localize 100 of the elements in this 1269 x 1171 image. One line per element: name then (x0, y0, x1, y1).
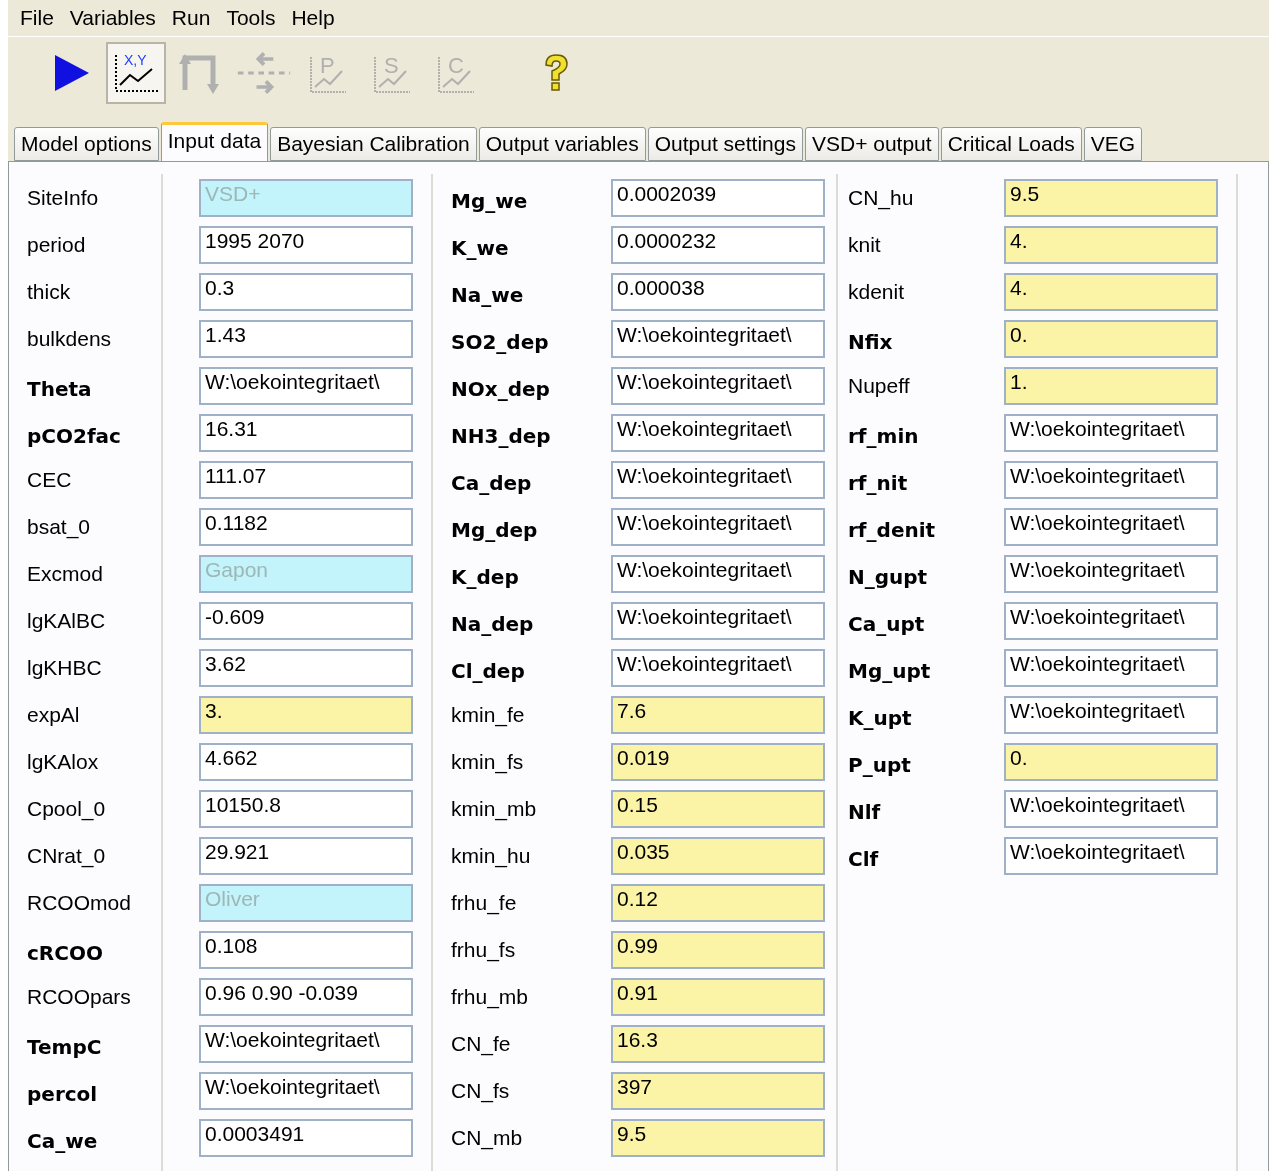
input-field[interactable]: 0.000038 (611, 272, 825, 311)
parameter-label: lgKHBC (27, 654, 103, 681)
input-field[interactable]: 9.5 (611, 1118, 825, 1157)
parameter-label: pCO2fac (27, 422, 122, 450)
input-field[interactable]: W:\oekointegritaet\ (1004, 648, 1218, 687)
input-field[interactable]: 3. (199, 695, 413, 734)
input-field[interactable]: 0.99 (611, 930, 825, 969)
menu-item[interactable]: Variables (63, 4, 162, 32)
parameter-label: lgKAlBC (27, 607, 107, 634)
parameter-label: rf_denit (848, 516, 937, 544)
parameter-label: CEC (27, 466, 73, 493)
parameter-label: Nlf (848, 798, 882, 826)
tab[interactable]: Output settings (647, 127, 803, 161)
input-field[interactable]: W:\oekointegritaet\ (611, 413, 825, 452)
parameter-label: bsat_0 (27, 513, 92, 541)
parameter-label: kmin_hu (451, 842, 532, 870)
input-field[interactable]: 0.1182 (199, 507, 413, 546)
tab[interactable]: Model options (14, 127, 159, 161)
input-field[interactable]: 0.0000232 (611, 225, 825, 264)
input-field[interactable]: 10150.8 (199, 789, 413, 828)
menu-item[interactable]: Run (165, 4, 217, 32)
input-field[interactable]: 0. (1004, 742, 1218, 781)
input-field[interactable]: 16.31 (199, 413, 413, 452)
input-field[interactable]: 4. (1004, 225, 1218, 264)
input-field[interactable]: 397 (611, 1071, 825, 1110)
parameter-label: Excmod (27, 560, 104, 587)
input-field[interactable]: W:\oekointegritaet\ (1004, 601, 1218, 640)
parameter-label: Mg_dep (451, 516, 539, 544)
input-field[interactable]: 3.62 (199, 648, 413, 687)
input-field[interactable]: 7.6 (611, 695, 825, 734)
parameter-label: cRCOO (27, 939, 104, 967)
input-field[interactable]: 0. (1004, 319, 1218, 358)
input-field[interactable]: 1995 2070 (199, 225, 413, 264)
input-field[interactable]: W:\oekointegritaet\ (1004, 554, 1218, 593)
tab[interactable]: Bayesian Calibration (270, 127, 477, 161)
input-field[interactable]: W:\oekointegritaet\ (611, 319, 825, 358)
parameter-label: Nupeff (848, 372, 911, 399)
input-field[interactable]: 29.921 (199, 836, 413, 875)
input-field[interactable]: 0.0003491 (199, 1118, 413, 1157)
input-field[interactable]: 0.12 (611, 883, 825, 922)
input-field[interactable]: W:\oekointegritaet\ (611, 554, 825, 593)
input-field[interactable]: W:\oekointegritaet\ (199, 366, 413, 405)
parameter-label: RCOOmod (27, 889, 132, 916)
parameter-label: Ca_we (27, 1127, 99, 1155)
parameter-label: Na_dep (451, 610, 535, 638)
parameter-label: CN_hu (848, 184, 915, 212)
input-field[interactable]: -0.609 (199, 601, 413, 640)
input-field[interactable]: 0.019 (611, 742, 825, 781)
toolbar-button[interactable]: X,Y (106, 42, 166, 104)
parameter-label: kmin_fs (451, 748, 525, 776)
parameter-label: Cl_dep (451, 657, 526, 685)
parameter-label: Mg_upt (848, 657, 932, 685)
parameter-label: frhu_fe (451, 889, 518, 917)
input-field[interactable]: 0.035 (611, 836, 825, 875)
tab[interactable]: Input data (160, 122, 269, 162)
menu-item[interactable]: Help (285, 4, 341, 32)
parameter-label: CN_fs (451, 1077, 511, 1105)
input-field[interactable]: W:\oekointegritaet\ (199, 1024, 413, 1063)
input-field[interactable]: W:\oekointegritaet\ (611, 366, 825, 405)
input-field[interactable]: 0.15 (611, 789, 825, 828)
input-field[interactable]: W:\oekointegritaet\ (1004, 789, 1218, 828)
parameter-label: period (27, 231, 87, 258)
input-field[interactable]: W:\oekointegritaet\ (611, 460, 825, 499)
parameter-label: NOx_dep (451, 375, 551, 403)
input-field[interactable]: 0.0002039 (611, 178, 825, 217)
input-field[interactable]: 0.3 (199, 272, 413, 311)
menu-item[interactable]: Tools (220, 4, 282, 32)
parameter-label: Mg_we (451, 187, 529, 215)
input-field[interactable]: 9.5 (1004, 178, 1218, 217)
parameter-label: kmin_fe (451, 701, 526, 729)
input-field[interactable]: W:\oekointegritaet\ (611, 507, 825, 546)
parameter-label: N_gupt (848, 563, 929, 591)
parameter-label: Clf (848, 845, 880, 873)
input-field[interactable]: W:\oekointegritaet\ (199, 1071, 413, 1110)
parameter-label: RCOOpars (27, 983, 132, 1010)
input-field[interactable]: 4.662 (199, 742, 413, 781)
input-field[interactable]: W:\oekointegritaet\ (611, 648, 825, 687)
parameter-label: percol (27, 1080, 99, 1108)
input-field[interactable]: 111.07 (199, 460, 413, 499)
tab[interactable]: VEG (1083, 127, 1143, 161)
input-field[interactable]: 1.43 (199, 319, 413, 358)
input-field[interactable]: 1. (1004, 366, 1218, 405)
input-field[interactable]: 0.91 (611, 977, 825, 1016)
parameter-label: K_we (451, 234, 510, 262)
input-field[interactable]: 0.96 0.90 -0.039 (199, 977, 413, 1016)
input-field[interactable]: W:\oekointegritaet\ (1004, 836, 1218, 875)
input-field[interactable]: W:\oekointegritaet\ (1004, 413, 1218, 452)
parameter-label: expAl (27, 701, 81, 728)
input-field[interactable]: 0.108 (199, 930, 413, 969)
parameter-label: K_dep (451, 563, 520, 591)
input-field[interactable]: 4. (1004, 272, 1218, 311)
tab[interactable]: Output variables (478, 127, 646, 161)
input-field[interactable]: W:\oekointegritaet\ (611, 601, 825, 640)
input-field[interactable]: 16.3 (611, 1024, 825, 1063)
input-field[interactable]: W:\oekointegritaet\ (1004, 460, 1218, 499)
tab[interactable]: Critical Loads (940, 127, 1082, 161)
tab[interactable]: VSD+ output (804, 127, 939, 161)
menu-item[interactable]: File (14, 4, 60, 32)
input-field[interactable]: W:\oekointegritaet\ (1004, 507, 1218, 546)
input-field[interactable]: W:\oekointegritaet\ (1004, 695, 1218, 734)
